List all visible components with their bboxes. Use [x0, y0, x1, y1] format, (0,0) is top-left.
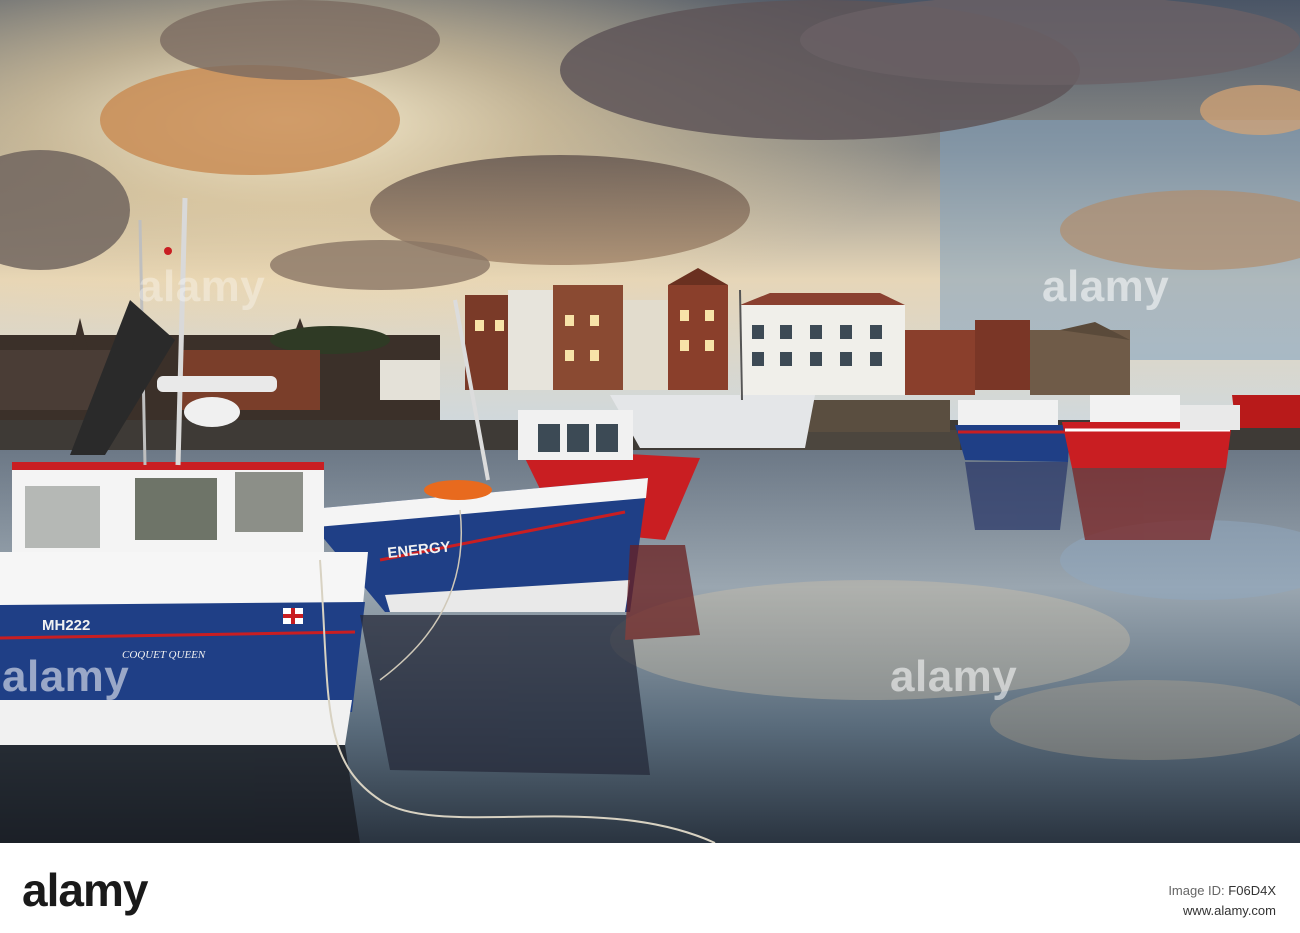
site-url[interactable]: www.alamy.com: [1183, 903, 1276, 918]
boat-registration: MH222: [42, 617, 90, 634]
watermark-top-left: alamy: [138, 262, 266, 311]
alamy-logo[interactable]: alamy: [22, 863, 148, 917]
harbour-photo: ENERGY MH222 COQUET QUEEN alamy alamy al…: [0, 0, 1300, 843]
boat-stoney-brook: [955, 400, 1070, 462]
watermark-right: alamy: [890, 652, 1018, 701]
lobster-pots: [800, 400, 950, 432]
watermark-top-right: alamy: [1042, 262, 1170, 311]
boat-red-far-right: [1232, 395, 1300, 428]
watermark-left: alamy: [2, 652, 130, 701]
footer-bar: alamy Image ID: F06D4X www.alamy.com: [0, 843, 1300, 933]
image-id-label: Image ID:: [1168, 883, 1225, 898]
boat-name-coquet-queen: COQUET QUEEN: [122, 649, 206, 661]
image-id: Image ID: F06D4X: [1168, 883, 1276, 898]
image-id-value: F06D4X: [1228, 883, 1276, 898]
white-inn: [740, 305, 905, 395]
